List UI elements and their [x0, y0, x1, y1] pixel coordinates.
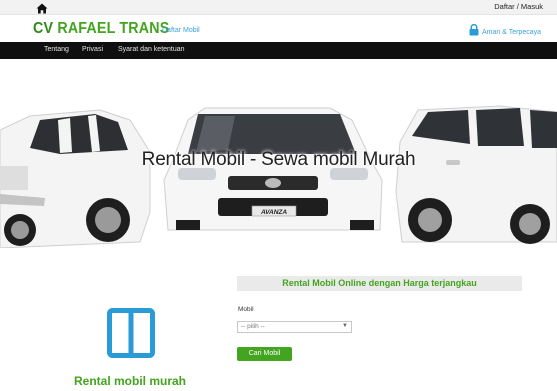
feature-title: Rental mobil murah	[74, 374, 187, 388]
columns-icon	[107, 308, 155, 358]
home-icon[interactable]	[36, 1, 48, 14]
search-form-title: Rental Mobil Online dengan Harga terjang…	[282, 278, 477, 288]
nav-item-privasi[interactable]: Privasi	[82, 46, 103, 53]
daftar-mobil-link[interactable]: Daftar Mobil	[162, 27, 200, 34]
caret-down-icon: ▼	[342, 323, 348, 329]
nav-item-tentang[interactable]: Tentang	[44, 46, 69, 53]
brand-logo[interactable]: CV RAFAEL TRANS	[33, 20, 169, 38]
hero-cars-image: AVANZA	[0, 105, 557, 248]
top-utility-bar: Daftar / Masuk	[0, 0, 557, 15]
secure-badge: Aman & Terpecaya	[469, 23, 541, 41]
nav-item-syarat[interactable]: Syarat dan ketentuan	[118, 46, 185, 53]
mobil-select-value: -- pilih --	[241, 323, 265, 330]
secure-label: Aman & Terpecaya	[481, 28, 541, 36]
main-navbar: Tentang Privasi Syarat dan ketentuan	[0, 42, 557, 59]
mobil-field-label: Mobil	[238, 306, 254, 313]
site-header: CV RAFAEL TRANS Daftar Mobil Aman & Terp…	[0, 15, 557, 42]
left-car	[0, 109, 151, 248]
right-car	[395, 105, 557, 244]
brand-name: RAFAEL TRANS	[57, 20, 170, 37]
mobil-select[interactable]: -- pilih -- ▼	[237, 321, 352, 333]
car-plate: AVANZA	[260, 209, 287, 216]
cari-mobil-button[interactable]: Cari Mobil	[237, 347, 292, 361]
lock-icon	[469, 23, 479, 41]
hero-banner: AVANZA Rental Mobil - Sewa mobil Murah	[0, 102, 557, 248]
brand-prefix: CV	[33, 20, 54, 37]
hero-caption: Rental Mobil - Sewa mobil Murah	[141, 149, 416, 170]
login-register-link[interactable]: Daftar / Masuk	[494, 2, 543, 11]
search-form-header: Rental Mobil Online dengan Harga terjang…	[237, 276, 522, 291]
